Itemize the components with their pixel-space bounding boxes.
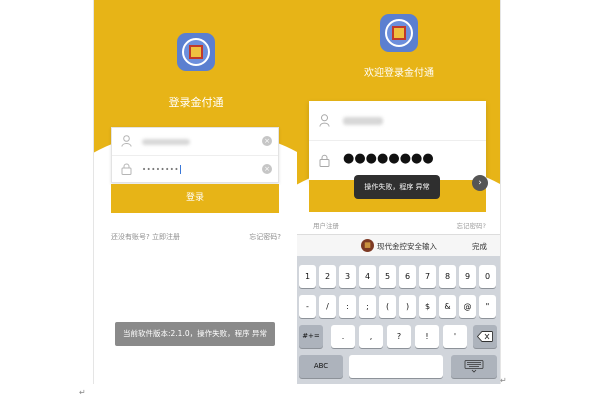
key[interactable]: , xyxy=(359,325,383,348)
screenshot-root: 登录金付通 × •••••••• × 登录 还没有账号? 立即注册 忘记密码? … xyxy=(0,0,600,402)
lock-icon xyxy=(120,163,132,176)
user-icon xyxy=(120,135,132,148)
paragraph-mark: ↵ xyxy=(79,388,86,397)
key[interactable]: $ xyxy=(419,295,436,318)
key[interactable]: ! xyxy=(415,325,439,348)
key[interactable]: 8 xyxy=(439,265,456,288)
lock-icon xyxy=(318,154,330,168)
login-form: × •••••••• × xyxy=(111,127,279,183)
page-title: 登录金付通 xyxy=(168,96,224,109)
paragraph-mark: ↵ xyxy=(500,376,507,385)
app-logo-icon xyxy=(177,33,215,71)
backspace-icon xyxy=(476,331,493,342)
login-screen-right: 欢迎登录金付通 ●●●●●●●● › 操作失败，程序 异常 用户注册 忘记密码? xyxy=(297,0,501,384)
page-title: 欢迎登录金付通 xyxy=(364,68,434,79)
login-form: ●●●●●●●● xyxy=(309,101,486,180)
key[interactable]: : xyxy=(339,295,356,318)
key[interactable]: & xyxy=(439,295,456,318)
secure-keyboard: 1 2 3 4 5 6 7 8 9 0 - / : ; ( ) $ & @ " … xyxy=(297,256,500,384)
key[interactable]: ( xyxy=(379,295,396,318)
username-field[interactable] xyxy=(309,101,486,141)
key[interactable]: . xyxy=(331,325,355,348)
keyboard-brand-icon: ▦ xyxy=(361,239,374,252)
key[interactable]: 1 xyxy=(299,265,316,288)
clear-icon[interactable]: × xyxy=(262,164,272,174)
password-value: •••••••• xyxy=(142,165,182,174)
key[interactable]: ? xyxy=(387,325,411,348)
key[interactable]: 3 xyxy=(339,265,356,288)
password-field[interactable]: •••••••• × xyxy=(112,156,278,184)
key[interactable]: 9 xyxy=(459,265,476,288)
password-value: ●●●●●●●● xyxy=(343,151,434,166)
key[interactable]: " xyxy=(479,295,496,318)
username-value-redacted xyxy=(142,139,190,145)
error-toast: 操作失败，程序 异常 xyxy=(354,175,440,199)
key[interactable]: - xyxy=(299,295,316,318)
username-field[interactable]: × xyxy=(112,128,278,156)
keyboard-header: ▦ 现代金控安全输入 完成 xyxy=(297,234,500,256)
login-button[interactable]: 登录 xyxy=(111,184,279,213)
key[interactable]: 0 xyxy=(479,265,496,288)
chevron-right-icon[interactable]: › xyxy=(472,175,488,191)
key[interactable]: @ xyxy=(459,295,476,318)
key[interactable]: 6 xyxy=(399,265,416,288)
app-logo-icon xyxy=(380,14,418,52)
register-link[interactable]: 用户注册 xyxy=(313,220,339,230)
key[interactable]: 2 xyxy=(319,265,336,288)
key[interactable]: 4 xyxy=(359,265,376,288)
key[interactable]: 5 xyxy=(379,265,396,288)
space-key[interactable] xyxy=(349,355,443,378)
symbols-switch-key[interactable]: #+= xyxy=(299,325,323,348)
error-toast: 当前软件版本:2.1.0，操作失败，程序 异常 xyxy=(115,322,275,346)
key[interactable]: ; xyxy=(359,295,376,318)
username-value-redacted xyxy=(343,117,383,125)
key[interactable]: 7 xyxy=(419,265,436,288)
keyboard-title: 现代金控安全输入 xyxy=(377,242,437,251)
forgot-password-link[interactable]: 忘记密码? xyxy=(457,220,486,230)
login-screen-left: 登录金付通 × •••••••• × 登录 还没有账号? 立即注册 忘记密码? … xyxy=(93,0,297,384)
key[interactable]: ) xyxy=(399,295,416,318)
keyboard-hide-key[interactable] xyxy=(451,355,497,378)
key[interactable]: ' xyxy=(443,325,467,348)
clear-icon[interactable]: × xyxy=(262,136,272,146)
register-link[interactable]: 还没有账号? 立即注册 xyxy=(111,232,180,242)
user-icon xyxy=(318,114,330,128)
forgot-password-link[interactable]: 忘记密码? xyxy=(249,232,281,242)
keyboard-done-button[interactable]: 完成 xyxy=(472,241,487,252)
keyboard-hide-icon xyxy=(464,360,484,373)
key[interactable]: / xyxy=(319,295,336,318)
backspace-key[interactable] xyxy=(473,325,497,348)
abc-key[interactable]: ABC xyxy=(299,355,343,378)
